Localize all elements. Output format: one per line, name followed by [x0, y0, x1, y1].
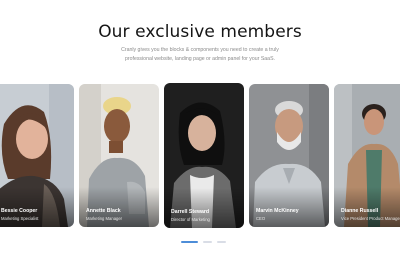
pagination-dot-3[interactable] — [217, 241, 226, 243]
member-name: Dianne Russell — [341, 208, 379, 214]
member-carousel: Bessie Cooper Marketing Specialist Annet… — [0, 83, 400, 229]
card-overlay — [334, 187, 400, 227]
card-overlay — [164, 188, 244, 228]
card-overlay — [79, 187, 159, 227]
pagination-dot-1[interactable] — [181, 241, 198, 243]
member-role: CEO — [256, 216, 266, 221]
member-name: Darrell Steward — [171, 209, 210, 215]
member-role: Vice President Product Management — [341, 216, 400, 221]
member-card-dianne-russell[interactable]: Dianne Russell Vice President Product Ma… — [334, 84, 400, 227]
card-overlay — [249, 187, 329, 227]
card-overlay — [0, 187, 74, 227]
member-card-darrell-steward[interactable]: Darrell Steward Director of Marketing — [164, 83, 244, 228]
section-title: Our exclusive members — [98, 22, 302, 42]
member-card-annette-black[interactable]: Annette Black Marketing Manager — [79, 84, 159, 227]
member-name: Annette Black — [86, 208, 121, 214]
member-name: Marvin McKinney — [256, 208, 299, 214]
section-subtitle: Cranly gives you the blocks & components… — [121, 47, 279, 62]
member-role: Marketing Specialist — [1, 216, 39, 221]
member-role: Marketing Manager — [86, 216, 123, 221]
member-card-bessie-cooper[interactable]: Bessie Cooper Marketing Specialist — [0, 84, 74, 227]
carousel-pagination — [0, 241, 400, 245]
member-card-marvin-mckinney[interactable]: Marvin McKinney CEO — [249, 84, 329, 227]
pagination-dot-2[interactable] — [203, 241, 212, 243]
member-name: Bessie Cooper — [1, 208, 38, 214]
member-role: Director of Marketing — [171, 217, 210, 222]
